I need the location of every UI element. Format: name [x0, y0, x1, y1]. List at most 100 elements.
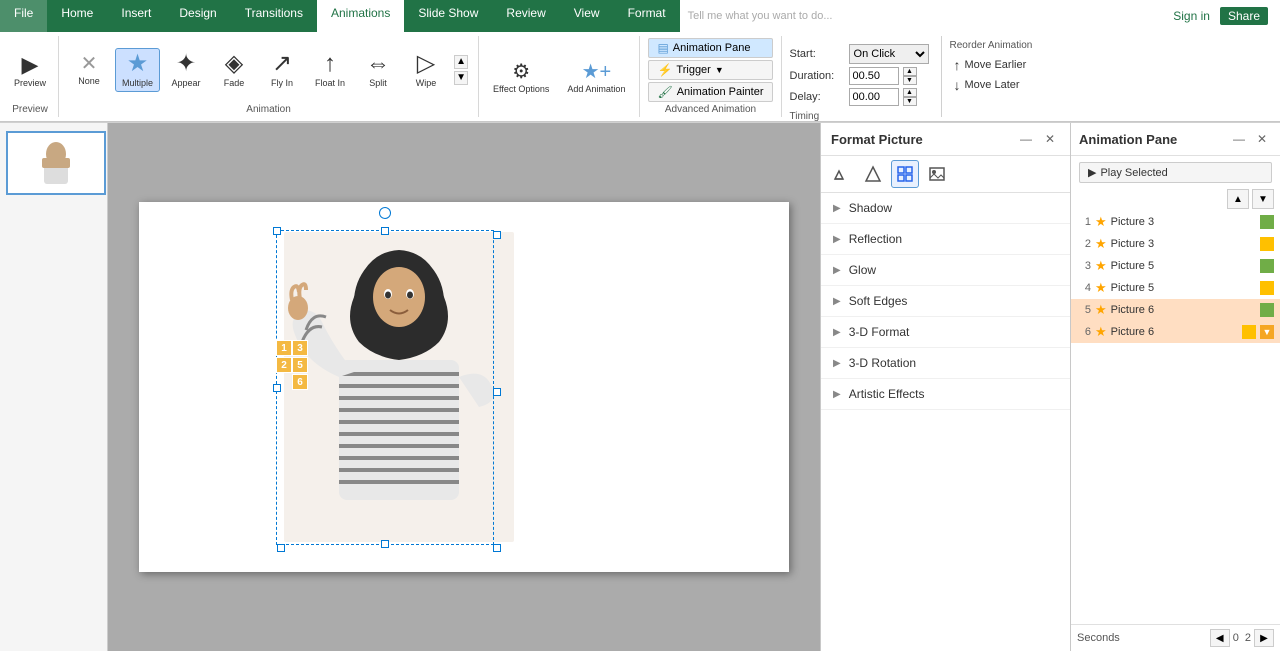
footer-nav-left[interactable]: ◀ [1210, 629, 1230, 647]
anim-item-6[interactable]: 6 ★ Picture 6 ▼ [1071, 321, 1280, 343]
tab-format[interactable]: Format [614, 0, 680, 32]
handle-tl[interactable] [273, 227, 281, 235]
panel-close-button[interactable]: ✕ [1040, 129, 1060, 149]
format-shadow[interactable]: ▶ Shadow [821, 193, 1070, 224]
glow-label: Glow [849, 263, 876, 277]
panel-icons: — ✕ [1016, 129, 1060, 149]
anim-multiple[interactable]: ★ Multiple [115, 48, 160, 92]
anim-star-2: ★ [1095, 236, 1107, 252]
anim-dot-6 [1242, 325, 1256, 339]
handle-br[interactable] [493, 544, 501, 552]
slide-thumbnail[interactable] [6, 131, 106, 195]
anim-pane-close-button[interactable]: ✕ [1252, 129, 1272, 149]
animation-painter-button[interactable]: 🖌 Animation Painter [648, 82, 772, 102]
anim-dropdown-6[interactable]: ▼ [1260, 325, 1274, 339]
format-tab-fill[interactable] [827, 160, 855, 188]
anim-order-up-button[interactable]: ▲ [1227, 189, 1249, 209]
format-3d-format[interactable]: ▶ 3-D Format [821, 317, 1070, 348]
anim-split[interactable]: ⇔ Split [356, 49, 400, 91]
tab-insert[interactable]: Insert [107, 0, 165, 32]
anim-dot-4 [1260, 281, 1274, 295]
slide-canvas[interactable]: 1 2 3 5 6 (Ctrl) ▼ [139, 202, 789, 572]
reorder-title: Reorder Animation [950, 40, 1033, 51]
tab-slideshow[interactable]: Slide Show [404, 0, 492, 32]
handle-bl[interactable] [277, 544, 285, 552]
anim-pane-minimize-button[interactable]: — [1229, 129, 1249, 149]
tab-file[interactable]: File [0, 0, 47, 32]
delay-down[interactable]: ▼ [903, 97, 917, 106]
anim-item-2[interactable]: 2 ★ Picture 3 [1071, 233, 1280, 255]
tab-transitions[interactable]: Transitions [231, 0, 317, 32]
panel-minimize-button[interactable]: — [1016, 129, 1036, 149]
format-artistic-effects[interactable]: ▶ Artistic Effects [821, 379, 1070, 410]
format-panel-title: Format Picture [831, 132, 923, 147]
duration-down[interactable]: ▼ [903, 76, 917, 85]
anim-badge-2: 2 [276, 357, 292, 373]
delay-up[interactable]: ▲ [903, 88, 917, 97]
anim-dot-5 [1260, 303, 1274, 317]
footer-nav-right[interactable]: ▶ [1254, 629, 1274, 647]
format-3d-rotation[interactable]: ▶ 3-D Rotation [821, 348, 1070, 379]
format-tab-image[interactable] [923, 160, 951, 188]
anim-order-down-button[interactable]: ▼ [1252, 189, 1274, 209]
move-later-button[interactable]: ↓ Move Later [950, 75, 1033, 95]
ribbon: File Home Insert Design Transitions Anim… [0, 0, 1280, 123]
soft-edges-arrow-icon: ▶ [833, 296, 841, 307]
tab-review[interactable]: Review [492, 0, 559, 32]
anim-item-1[interactable]: 1 ★ Picture 3 [1071, 211, 1280, 233]
tab-animations[interactable]: Animations [317, 0, 404, 32]
play-selected-button[interactable]: ▶ Play Selected [1079, 162, 1272, 183]
anim-fade[interactable]: ◈ Fade [212, 49, 256, 91]
scroll-up-button[interactable]: ▲ [454, 55, 468, 69]
play-icon: ▶ [1088, 166, 1096, 179]
add-animation-button[interactable]: ★+ Add Animation [561, 56, 631, 97]
effect-section: ⚙ Effect Options ★+ Add Animation [479, 36, 640, 117]
format-soft-edges[interactable]: ▶ Soft Edges [821, 286, 1070, 317]
footer-end-value: 2 [1245, 632, 1251, 644]
tab-design[interactable]: Design [165, 0, 230, 32]
duration-input[interactable] [849, 67, 899, 85]
handle-ml[interactable] [273, 384, 281, 392]
fill-icon [832, 165, 850, 183]
rotate-handle[interactable] [379, 207, 391, 219]
slide-panel: 1 [0, 123, 108, 651]
anim-item-3[interactable]: 3 ★ Picture 5 [1071, 255, 1280, 277]
format-reflection[interactable]: ▶ Reflection [821, 224, 1070, 255]
duration-up[interactable]: ▲ [903, 67, 917, 76]
effect-options-button[interactable]: ⚙ Effect Options [487, 56, 555, 97]
anim-wipe[interactable]: ▷ Wipe [404, 49, 448, 91]
anim-none[interactable]: ✕ None [67, 51, 111, 89]
anim-num-3: 3 [1077, 260, 1091, 272]
start-select[interactable]: On Click With Previous After Previous [849, 44, 929, 64]
tell-me[interactable]: Tell me what you want to do... [688, 10, 833, 22]
delay-input[interactable] [849, 88, 899, 106]
format-glow[interactable]: ▶ Glow [821, 255, 1070, 286]
share-button[interactable]: Share [1220, 7, 1268, 25]
anim-num-4: 4 [1077, 282, 1091, 294]
anim-num-5: 5 [1077, 304, 1091, 316]
format-tabs [821, 156, 1070, 193]
tab-view[interactable]: View [560, 0, 614, 32]
trigger-button[interactable]: ⚡ Trigger ▼ [648, 60, 772, 80]
anim-floatin[interactable]: ↑ Float In [308, 49, 352, 91]
preview-button[interactable]: ▶ Preview [10, 50, 50, 90]
sign-in[interactable]: Sign in [1173, 9, 1210, 23]
format-tab-layout[interactable] [891, 160, 919, 188]
animation-pane-button[interactable]: ▤ Animation Pane [648, 38, 772, 58]
layout-icon [896, 165, 914, 183]
anim-item-4[interactable]: 4 ★ Picture 5 [1071, 277, 1280, 299]
animation-footer: Seconds ◀ 0 2 ▶ [1071, 624, 1280, 651]
anim-star-1: ★ [1095, 214, 1107, 230]
play-selected-label: Play Selected [1100, 167, 1167, 179]
anim-item-5[interactable]: 5 ★ Picture 6 [1071, 299, 1280, 321]
scroll-down-button[interactable]: ▼ [454, 71, 468, 85]
thumb-svg [16, 136, 96, 191]
anim-name-3: Picture 5 [1111, 260, 1256, 272]
anim-appear[interactable]: ✦ Appear [164, 49, 208, 91]
format-tab-shape[interactable] [859, 160, 887, 188]
anim-flyin[interactable]: ↗ Fly In [260, 49, 304, 91]
advanced-animation-label: Advanced Animation [665, 102, 756, 115]
move-earlier-button[interactable]: ↑ Move Earlier [950, 55, 1033, 75]
slide-thumb-inner [8, 133, 104, 193]
tab-home[interactable]: Home [47, 0, 107, 32]
